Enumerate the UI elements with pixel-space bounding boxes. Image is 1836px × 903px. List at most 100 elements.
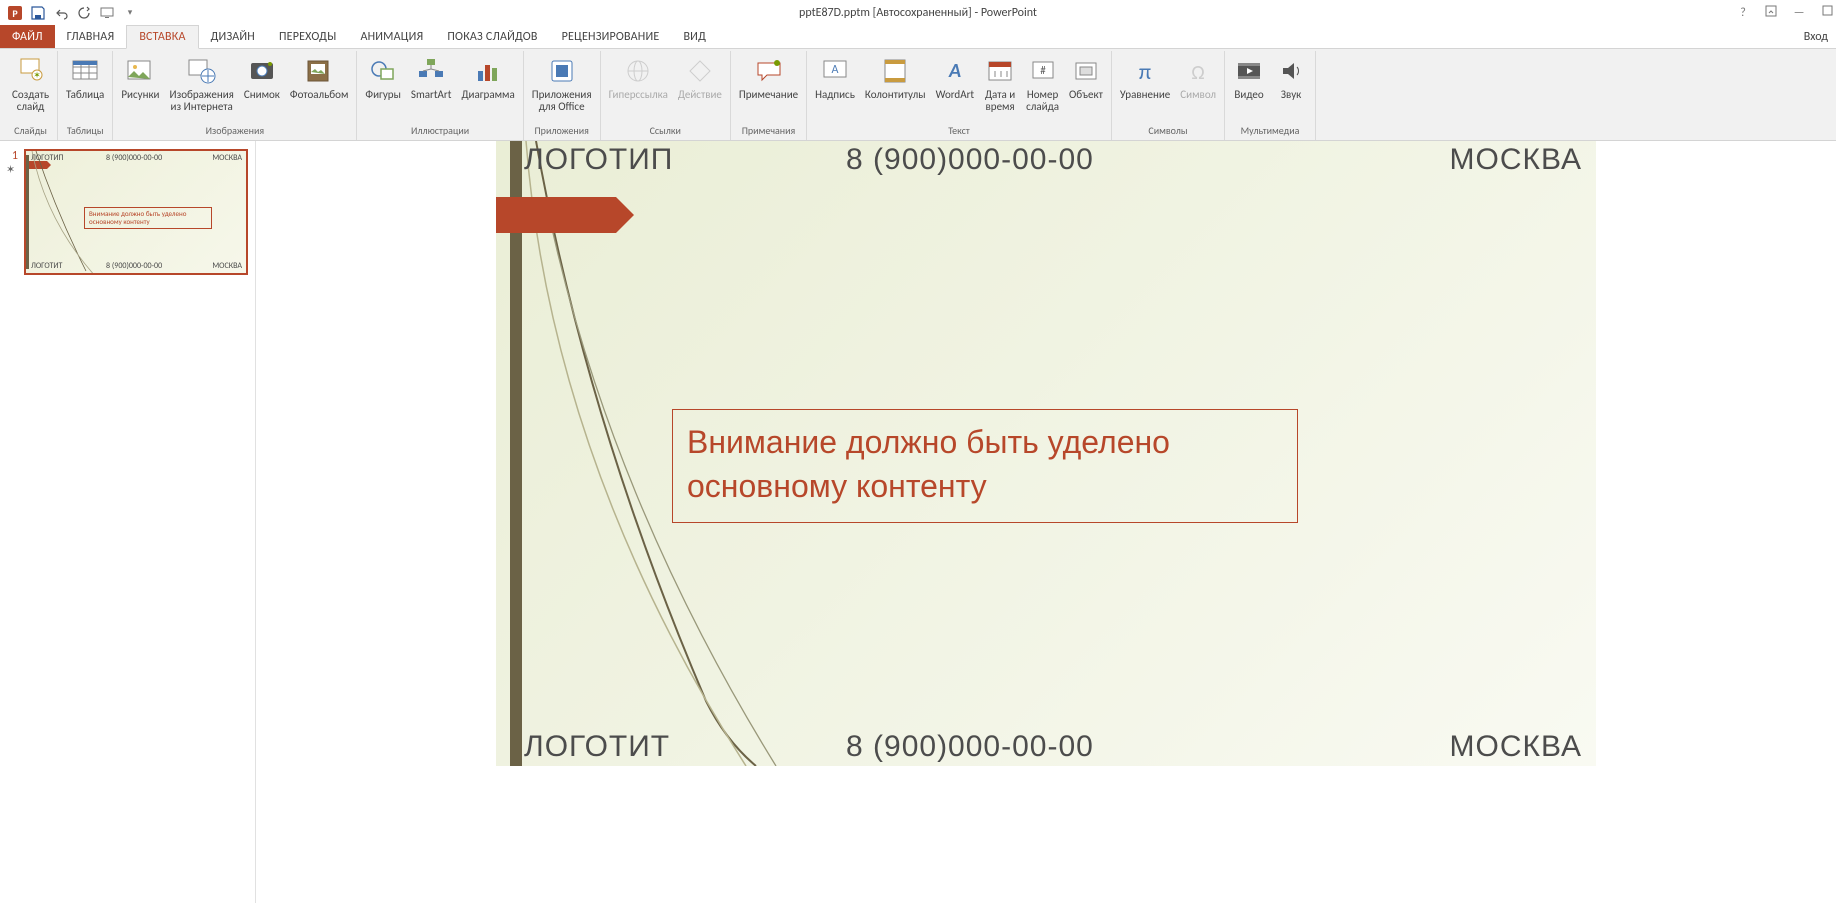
- group-text: A Надпись Колонтитулы A WordArt Дата и в…: [807, 51, 1112, 140]
- qat-customize-icon[interactable]: ▾: [119, 2, 141, 24]
- group-links: Гиперссылка Действие Ссылки: [601, 51, 731, 140]
- smartart-button[interactable]: SmartArt: [407, 53, 456, 103]
- minimize-icon[interactable]: —: [1792, 6, 1806, 20]
- symbol-button[interactable]: Ω Символ: [1176, 53, 1220, 103]
- tab-review[interactable]: РЕЦЕНЗИРОВАНИЕ: [550, 25, 672, 48]
- svg-text:A: A: [948, 59, 961, 83]
- slide[interactable]: ЛОГОТИП 8 (900)000-00-00 МОСКВА Внимание…: [496, 141, 1596, 766]
- content-textbox[interactable]: Внимание должно быть уделено основному к…: [672, 409, 1298, 523]
- tab-design[interactable]: ДИЗАЙН: [199, 25, 267, 48]
- textbox-button[interactable]: A Надпись: [811, 53, 859, 103]
- header-footer-icon: [879, 55, 911, 87]
- header-logo[interactable]: ЛОГОТИП: [524, 143, 673, 177]
- video-icon: [1233, 55, 1265, 87]
- maximize-icon[interactable]: [1820, 5, 1834, 20]
- tab-view[interactable]: ВИД: [671, 25, 718, 48]
- footer-phone[interactable]: 8 (900)000-00-00: [846, 730, 1094, 764]
- animation-indicator-icon: ✶: [6, 163, 18, 176]
- undo-icon[interactable]: [50, 2, 72, 24]
- table-icon: [69, 55, 101, 87]
- hyperlink-button[interactable]: Гиперссылка: [605, 53, 672, 103]
- symbol-icon: Ω: [1182, 55, 1214, 87]
- decorative-stripe: [510, 141, 522, 766]
- datetime-icon: [984, 55, 1016, 87]
- video-button[interactable]: Видео: [1229, 53, 1269, 103]
- wordart-button[interactable]: A WordArt: [932, 53, 978, 103]
- audio-icon: [1275, 55, 1307, 87]
- tab-transitions[interactable]: ПЕРЕХОДЫ: [267, 25, 348, 48]
- footer-city[interactable]: МОСКВА: [1450, 730, 1583, 764]
- svg-text:π: π: [1139, 58, 1151, 85]
- comment-button[interactable]: Примечание: [735, 53, 802, 103]
- wordart-icon: A: [939, 55, 971, 87]
- ribbon-tabs: ФАЙЛ ГЛАВНАЯ ВСТАВКА ДИЗАЙН ПЕРЕХОДЫ АНИ…: [0, 25, 1836, 49]
- group-symbols: π Уравнение Ω Символ Символы: [1112, 51, 1225, 140]
- online-pictures-icon: [186, 55, 218, 87]
- app-icon[interactable]: P: [4, 2, 26, 24]
- start-from-beginning-icon[interactable]: [96, 2, 118, 24]
- action-icon: [684, 55, 716, 87]
- tab-slideshow[interactable]: ПОКАЗ СЛАЙДОВ: [435, 25, 549, 48]
- header-city[interactable]: МОСКВА: [1450, 143, 1583, 177]
- svg-text:#: #: [1040, 64, 1046, 77]
- tab-home[interactable]: ГЛАВНАЯ: [55, 25, 127, 48]
- photo-album-button[interactable]: Фотоальбом: [286, 53, 352, 103]
- equation-button[interactable]: π Уравнение: [1116, 53, 1174, 103]
- svg-text:✶: ✶: [33, 70, 41, 81]
- window-controls: ? —: [1736, 0, 1834, 25]
- quick-access-toolbar: P ▾: [0, 2, 141, 24]
- slide-number: 1: [6, 149, 18, 163]
- titlebar: P ▾ pptE87D.pptm [Автосохраненный] - Pow…: [0, 0, 1836, 25]
- svg-text:A: A: [832, 63, 839, 77]
- object-icon: [1070, 55, 1102, 87]
- equation-icon: π: [1129, 55, 1161, 87]
- slide-canvas-area[interactable]: ЛОГОТИП 8 (900)000-00-00 МОСКВА Внимание…: [256, 141, 1836, 903]
- group-illustrations: Фигуры SmartArt Диаграмма Иллюстрации: [357, 51, 523, 140]
- footer-logo[interactable]: ЛОГОТИТ: [524, 730, 670, 764]
- online-pictures-button[interactable]: Изображения из Интернета: [166, 53, 238, 115]
- new-slide-icon: ✶: [15, 55, 47, 87]
- window-title: pptE87D.pptm [Автосохраненный] - PowerPo…: [0, 6, 1836, 20]
- pictures-button[interactable]: Рисунки: [117, 53, 163, 103]
- ribbon: ✶ Создать слайд Слайды Таблица Таблицы Р…: [0, 49, 1836, 141]
- object-button[interactable]: Объект: [1065, 53, 1107, 103]
- save-icon[interactable]: [27, 2, 49, 24]
- slidenum-button[interactable]: # Номер слайда: [1022, 53, 1063, 115]
- action-button[interactable]: Действие: [674, 53, 726, 103]
- group-media: Видео Звук Мультимедиа: [1225, 51, 1316, 140]
- group-images: Рисунки Изображения из Интернета Снимок …: [113, 51, 357, 140]
- thumbnail-panel: 1 ✶ ЛОГОТИП 8 (900)000-00-00 МОСКВА Вним…: [0, 141, 256, 903]
- shapes-icon: [367, 55, 399, 87]
- slidenum-icon: #: [1027, 55, 1059, 87]
- table-button[interactable]: Таблица: [62, 53, 108, 103]
- signin-link[interactable]: Вход: [1804, 25, 1828, 49]
- group-tables: Таблица Таблицы: [58, 51, 113, 140]
- comment-icon: [753, 55, 785, 87]
- decorative-arrow: [496, 197, 616, 233]
- header-phone[interactable]: 8 (900)000-00-00: [846, 143, 1094, 177]
- smartart-icon: [415, 55, 447, 87]
- shapes-button[interactable]: Фигуры: [361, 53, 405, 103]
- redo-icon[interactable]: [73, 2, 95, 24]
- group-comments: Примечание Примечания: [731, 51, 807, 140]
- textbox-icon: A: [819, 55, 851, 87]
- audio-button[interactable]: Звук: [1271, 53, 1311, 103]
- screenshot-icon: [246, 55, 278, 87]
- office-apps-button[interactable]: Приложения для Office: [528, 53, 596, 115]
- tab-insert[interactable]: ВСТАВКА: [126, 25, 198, 49]
- chart-button[interactable]: Диаграмма: [457, 53, 518, 103]
- tab-animations[interactable]: АНИМАЦИЯ: [348, 25, 435, 48]
- pictures-icon: [124, 55, 156, 87]
- ribbon-display-icon[interactable]: [1764, 5, 1778, 21]
- chart-icon: [472, 55, 504, 87]
- header-footer-button[interactable]: Колонтитулы: [861, 53, 930, 103]
- slide-thumbnail-1[interactable]: ЛОГОТИП 8 (900)000-00-00 МОСКВА Внимание…: [24, 149, 248, 275]
- workarea: 1 ✶ ЛОГОТИП 8 (900)000-00-00 МОСКВА Вним…: [0, 141, 1836, 903]
- screenshot-button[interactable]: Снимок: [240, 53, 284, 103]
- office-apps-icon: [546, 55, 578, 87]
- hyperlink-icon: [622, 55, 654, 87]
- new-slide-button[interactable]: ✶ Создать слайд: [8, 53, 53, 115]
- help-icon[interactable]: ?: [1736, 6, 1750, 20]
- datetime-button[interactable]: Дата и время: [980, 53, 1020, 115]
- tab-file[interactable]: ФАЙЛ: [0, 25, 55, 48]
